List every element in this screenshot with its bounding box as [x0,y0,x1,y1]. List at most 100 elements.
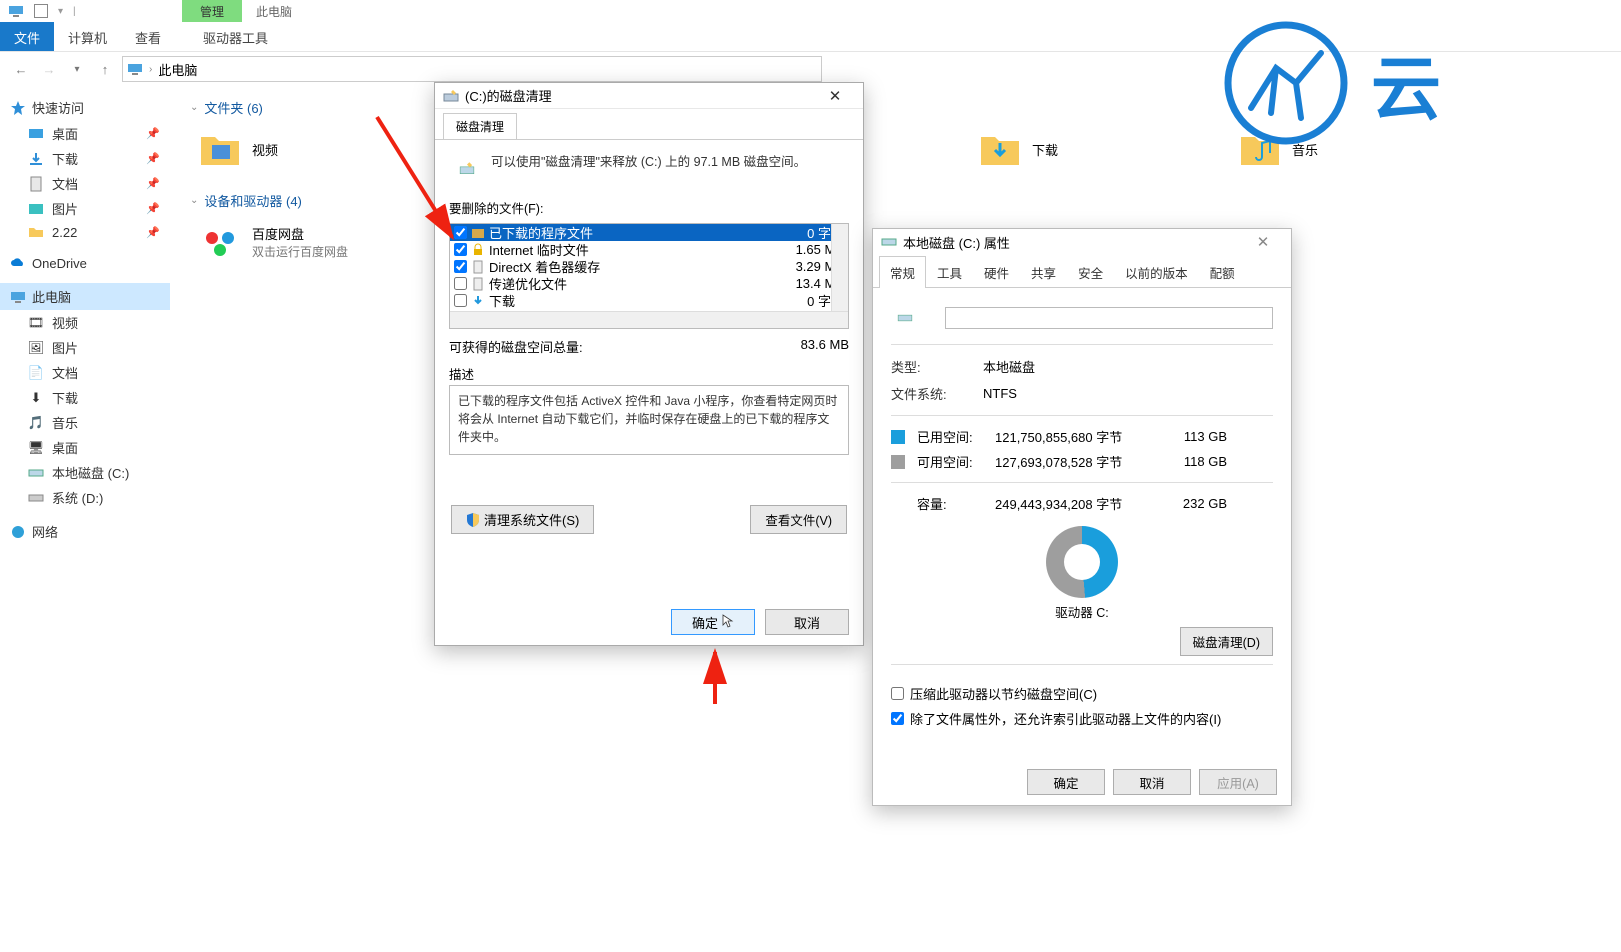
sidebar-item-desktop[interactable]: 桌面📌 [0,121,170,146]
checkbox[interactable] [454,294,467,307]
pin-icon: 📌 [146,202,160,215]
folder-item-videos[interactable]: 视频 [198,127,418,171]
index-checkbox[interactable]: 除了文件属性外，还允许索引此驱动器上文件的内容(I) [891,706,1273,731]
drive-icon [881,234,897,250]
ok-button[interactable]: 确定 [671,609,755,635]
quick-access-toolbar-icon[interactable] [34,4,48,18]
close-button[interactable]: ✕ [1243,233,1283,251]
context-label: 管理 [182,0,242,22]
checkbox[interactable] [454,226,467,239]
sidebar-label: 网络 [32,522,58,541]
properties-tab[interactable]: 常规 [879,256,926,288]
cleanup-list-row[interactable]: Internet 临时文件1.65 MB [450,241,848,258]
sidebar-quickaccess[interactable]: 快速访问 [0,94,170,121]
properties-tab[interactable]: 安全 [1067,256,1114,288]
section-devices[interactable]: ⌄设备和驱动器 (4) [190,185,1601,216]
cleanup-file-list[interactable]: 已下载的程序文件0 字节Internet 临时文件1.65 MBDirectX … [449,223,849,329]
shield-icon [466,513,480,527]
address-bar[interactable]: › 此电脑 [122,56,822,82]
drive-name-input[interactable] [945,307,1273,329]
sidebar-item-pictures[interactable]: 图片📌 [0,196,170,221]
sidebar-item-videos[interactable]: 🎞视频 [0,310,170,335]
sidebar-item-documents[interactable]: 文档📌 [0,171,170,196]
sidebar-item-pictures[interactable]: 🖼图片 [0,335,170,360]
folder-item-downloads[interactable]: 下载 [978,127,1198,171]
dialog-titlebar[interactable]: (C:)的磁盘清理 ✕ [435,83,863,109]
folder-label: 下载 [1032,140,1058,159]
cloud-icon [10,255,26,271]
properties-tab[interactable]: 硬件 [973,256,1020,288]
cleanup-list-row[interactable]: DirectX 着色器缓存3.29 MB [450,258,848,275]
checkbox[interactable] [454,260,467,273]
properties-tab[interactable]: 配额 [1199,256,1246,288]
chevron-down-icon[interactable]: ▾ [58,6,63,17]
properties-tab[interactable]: 以前的版本 [1114,256,1199,288]
device-label: 百度网盘 [252,224,348,243]
dialog-titlebar[interactable]: 本地磁盘 (C:) 属性 ✕ [873,229,1291,255]
folder-icon [198,127,242,171]
view-files-button[interactable]: 查看文件(V) [750,505,847,534]
contextual-ribbon-tab: 管理 此电脑 [182,0,306,22]
cleanup-list-row[interactable]: 已下载的程序文件0 字节 [450,224,848,241]
checkbox[interactable] [891,712,904,725]
scrollbar-vertical[interactable] [831,224,848,311]
scrollbar-horizontal[interactable] [450,311,848,328]
compress-checkbox[interactable]: 压缩此驱动器以节约磁盘空间(C) [891,681,1273,706]
sidebar-item-downloads[interactable]: 下载📌 [0,146,170,171]
up-button[interactable]: ↑ [94,58,116,80]
sidebar-thispc[interactable]: 此电脑 [0,283,170,310]
forward-button[interactable]: → [38,58,60,80]
back-button[interactable]: ← [10,58,32,80]
properties-tab[interactable]: 共享 [1020,256,1067,288]
sidebar-item-documents[interactable]: 📄文档 [0,360,170,385]
pc-icon [8,3,24,19]
sidebar-network[interactable]: 网络 [0,518,170,545]
cleanup-list-row[interactable]: 下载0 字节 [450,292,848,309]
sidebar-item-desktop[interactable]: 🖥桌面 [0,435,170,460]
navigation-pane: 快速访问 桌面📌 下载📌 文档📌 图片📌 2.22📌 OneDrive 此电脑 … [0,86,170,846]
apply-button[interactable]: 应用(A) [1199,769,1277,795]
sidebar-item-label: 下载 [52,388,78,407]
properties-tab[interactable]: 工具 [926,256,973,288]
ribbon-tab-computer[interactable]: 计算机 [54,22,121,51]
pictures-icon: 🖼 [28,340,44,356]
close-button[interactable]: ✕ [815,87,855,105]
chevron-down-icon: ⌄ [190,102,198,113]
sidebar-label: OneDrive [32,256,87,271]
checkbox[interactable] [454,243,467,256]
type-value: 本地磁盘 [983,357,1035,376]
device-item-baidu[interactable]: 百度网盘双击运行百度网盘 [198,220,418,264]
sidebar-item-label: 文档 [52,363,78,382]
drive-properties-dialog: 本地磁盘 (C:) 属性 ✕ 常规工具硬件共享安全以前的版本配额 类型: 本地磁盘… [872,228,1292,806]
file-icon [471,260,485,274]
checkbox[interactable] [454,277,467,290]
ok-button[interactable]: 确定 [1027,769,1105,795]
cancel-button[interactable]: 取消 [1113,769,1191,795]
sidebar-item-drive-d[interactable]: 系统 (D:) [0,485,170,510]
sidebar-item-downloads[interactable]: ⬇下载 [0,385,170,410]
sidebar-item-drive-c[interactable]: 本地磁盘 (C:) [0,460,170,485]
sidebar-onedrive[interactable]: OneDrive [0,251,170,275]
sidebar-item-folder[interactable]: 2.22📌 [0,221,170,243]
ribbon-tab-file[interactable]: 文件 [0,22,54,51]
drive-icon [891,304,919,332]
ribbon-tab-view[interactable]: 查看 [121,22,175,51]
cancel-button[interactable]: 取消 [765,609,849,635]
tab-cleanup[interactable]: 磁盘清理 [443,113,517,139]
context-title: 此电脑 [242,0,306,22]
type-label: 类型: [891,357,957,376]
disk-cleanup-button[interactable]: 磁盘清理(D) [1180,627,1273,656]
baidu-icon [198,220,242,264]
folder-icon [978,127,1022,171]
capacity-bytes: 249,443,934,208 字节 [995,494,1155,513]
cleanup-list-row[interactable]: 传递优化文件13.4 MB [450,275,848,292]
ribbon-tab-drive-tools[interactable]: 驱动器工具 [189,22,282,51]
clean-system-files-button[interactable]: 清理系统文件(S) [451,505,594,534]
drive-icon [28,490,44,506]
capacity-label: 容量: [917,494,983,513]
recent-chevron-icon[interactable]: ▾ [66,58,88,80]
sidebar-item-music[interactable]: 🎵音乐 [0,410,170,435]
button-label: 清理系统文件(S) [484,510,579,529]
breadcrumb[interactable]: 此电脑 [158,60,197,79]
checkbox[interactable] [891,687,904,700]
